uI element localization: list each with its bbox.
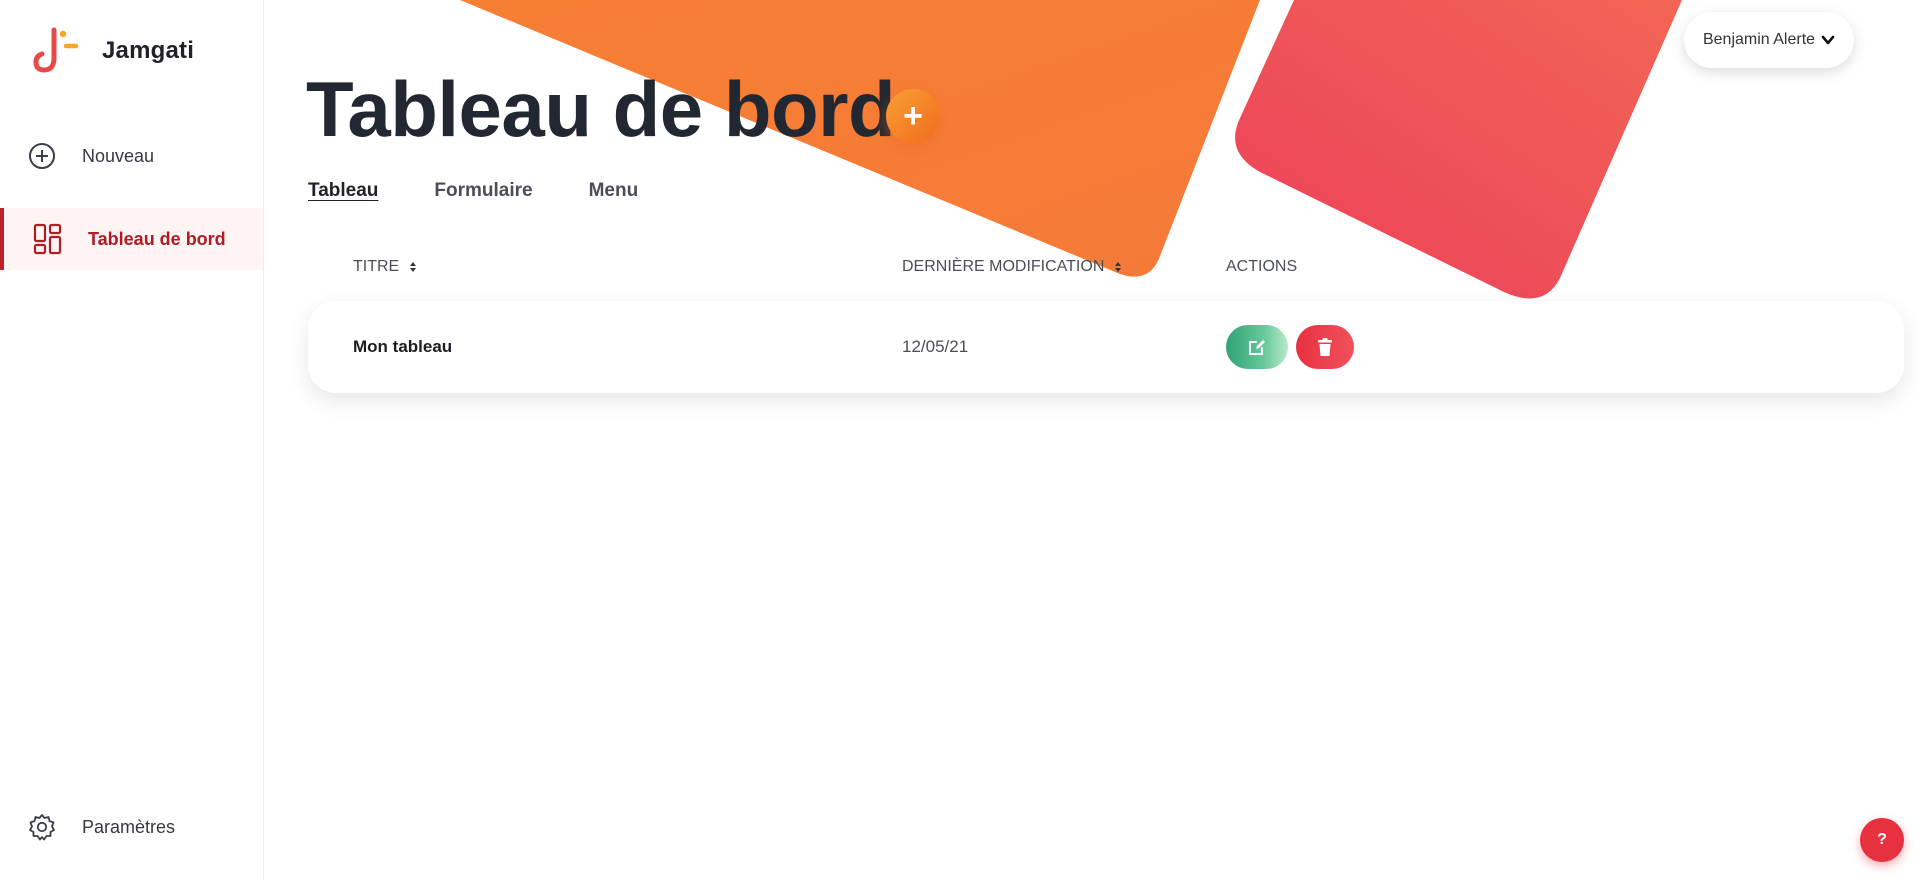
edit-icon: [1249, 340, 1265, 355]
tab-tableau[interactable]: Tableau: [308, 180, 378, 202]
column-header-label: ACTIONS: [1226, 258, 1298, 275]
row-actions: [1226, 301, 1354, 393]
sidebar-item-parametres[interactable]: Paramètres: [0, 796, 263, 858]
sidebar: Jamgati Nouveau Tableau de bord Paramètr…: [0, 0, 264, 880]
row-title: Mon tableau: [353, 337, 453, 356]
app-logo[interactable]: Jamgati: [32, 26, 194, 76]
table-header: TITRE DERNIÈRE MODIFICATION ACTIONS: [0, 258, 1920, 280]
sort-icon: [410, 262, 417, 272]
help-button[interactable]: ?: [1860, 818, 1904, 862]
sidebar-item-label: Tableau de bord: [88, 228, 226, 249]
sort-icon: [1115, 262, 1122, 272]
sidebar-item-tableau-de-bord[interactable]: Tableau de bord: [0, 208, 263, 270]
view-tabs: Tableau Formulaire Menu: [308, 180, 694, 202]
jamgati-logo-icon: [33, 27, 79, 73]
sidebar-item-label: Nouveau: [82, 145, 155, 166]
add-button[interactable]: +: [886, 89, 940, 143]
tab-formulaire[interactable]: Formulaire: [434, 180, 532, 202]
column-header-derniere-modification[interactable]: DERNIÈRE MODIFICATION: [902, 258, 1122, 276]
edit-button[interactable]: [1226, 325, 1288, 369]
column-header-label: TITRE: [353, 258, 400, 275]
dashboard-icon: [32, 223, 64, 255]
plus-circle-icon: [26, 140, 58, 172]
app-name: Jamgati: [102, 37, 195, 64]
column-header-titre[interactable]: TITRE: [353, 258, 417, 276]
table-row[interactable]: Mon tableau 12/05/21: [308, 301, 1904, 393]
row-modified-date: 12/05/21: [902, 337, 969, 356]
tab-menu[interactable]: Menu: [589, 180, 639, 202]
column-header-label: DERNIÈRE MODIFICATION: [902, 258, 1105, 275]
user-name: Benjamin Alerte: [1702, 31, 1816, 48]
sidebar-item-label: Paramètres: [82, 816, 176, 837]
sidebar-item-nouveau[interactable]: Nouveau: [0, 125, 263, 187]
chevron-down-icon: [1821, 35, 1835, 45]
user-menu[interactable]: Benjamin Alerte: [1684, 12, 1854, 68]
trash-icon: [1318, 338, 1332, 356]
column-header-actions: ACTIONS: [1226, 258, 1297, 276]
gear-icon: [26, 811, 58, 843]
delete-button[interactable]: [1296, 325, 1354, 369]
page-title: Tableau de bord: [306, 65, 896, 153]
